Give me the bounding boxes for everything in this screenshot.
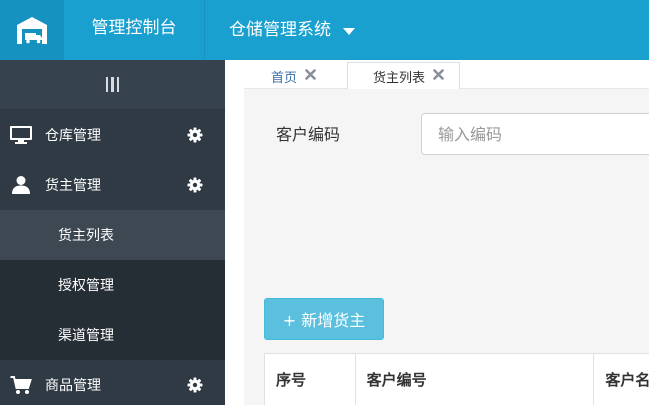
- sidebar-item-warehouse[interactable]: 仓库管理: [0, 110, 225, 160]
- owner-list-panel: 客户编码 + 新增货主 序号 客户编号 客户名: [244, 89, 649, 405]
- table-header: 序号 客户编号 客户名: [264, 353, 649, 405]
- user-icon: [9, 175, 33, 195]
- close-x-icon[interactable]: [305, 68, 316, 84]
- caret-down-icon: [343, 27, 355, 35]
- system-switcher[interactable]: 仓储管理系统: [205, 0, 355, 60]
- column-header-index[interactable]: 序号: [265, 354, 356, 405]
- sidebar-item-goods[interactable]: 商品管理: [0, 360, 225, 405]
- sidebar-subitem-label: 授权管理: [58, 278, 114, 294]
- gear-icon[interactable]: [187, 177, 203, 197]
- system-name: 仓储管理系统: [229, 20, 331, 40]
- tab-label: 首页: [271, 70, 298, 86]
- gear-icon[interactable]: [187, 377, 203, 397]
- sidebar-item-label: 货主管理: [45, 178, 101, 194]
- monitor-icon: [9, 125, 33, 145]
- close-x-icon[interactable]: [433, 68, 444, 84]
- sidebar-item-owner[interactable]: 货主管理: [0, 160, 225, 210]
- sidebar-toggle[interactable]: [0, 60, 225, 110]
- customer-code-label: 客户编码: [276, 125, 341, 144]
- main-content: 首页 货主列表 客户编码 + 新增货主 序号 客户编号 客户名: [225, 60, 649, 405]
- sidebar-item-label: 仓库管理: [45, 128, 101, 144]
- logo[interactable]: [0, 0, 64, 60]
- column-header-customer-name[interactable]: 客户名: [594, 354, 649, 405]
- customer-code-input[interactable]: [421, 113, 649, 155]
- sidebar-subitem-owner-list[interactable]: 货主列表: [0, 210, 225, 260]
- add-owner-button[interactable]: + 新增货主: [264, 298, 384, 340]
- console-title[interactable]: 管理控制台: [64, 0, 204, 60]
- sidebar-subitem-label: 货主列表: [58, 228, 114, 244]
- sidebar-subitem-channel[interactable]: 渠道管理: [0, 310, 225, 360]
- sidebar-subitem-authorization[interactable]: 授权管理: [0, 260, 225, 310]
- tab-label: 货主列表: [373, 70, 426, 86]
- cart-icon: [9, 375, 33, 395]
- sidebar: 仓库管理 货主管理 货主列表 授权管理 渠道管理 商品管理: [0, 60, 225, 405]
- tab-home[interactable]: 首页: [271, 62, 316, 90]
- sidebar-subitem-label: 渠道管理: [58, 328, 114, 344]
- gear-icon[interactable]: [187, 127, 203, 147]
- tab-owner-list[interactable]: 货主列表: [347, 62, 460, 90]
- column-header-customer-code[interactable]: 客户编号: [356, 354, 595, 405]
- menu-bars-icon: [105, 77, 120, 92]
- top-navigation-bar: 管理控制台 仓储管理系统: [0, 0, 649, 60]
- warehouse-truck-icon: [17, 17, 47, 44]
- tab-bar: 首页 货主列表: [244, 60, 649, 90]
- sidebar-item-label: 商品管理: [45, 378, 101, 394]
